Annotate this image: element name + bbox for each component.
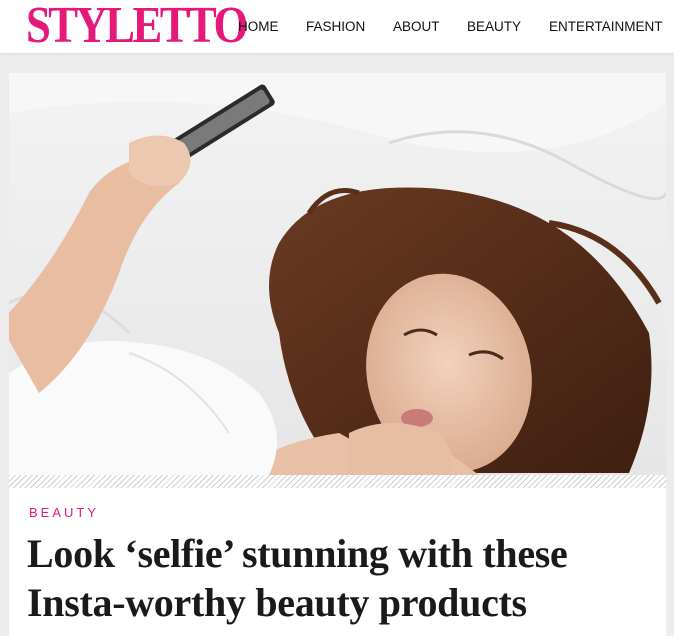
article-headline[interactable]: Look ‘selfie’ stunning with these Insta-… — [27, 529, 657, 627]
hatch-divider — [9, 475, 666, 488]
nav-item-entertainment[interactable]: ENTERTAINMENT — [549, 18, 663, 36]
site-header: STYLETTO HOME FASHION ABOUT BEAUTY ENTER… — [0, 0, 674, 54]
nav-item-home[interactable]: HOME — [238, 18, 279, 36]
article-category[interactable]: BEAUTY — [29, 505, 99, 521]
hero-illustration — [9, 73, 666, 475]
nav-item-fashion[interactable]: FASHION — [306, 18, 365, 36]
nav-item-about[interactable]: ABOUT — [393, 18, 440, 36]
article-card: BEAUTY Look ‘selfie’ stunning with these… — [9, 73, 666, 636]
nav-item-beauty[interactable]: BEAUTY — [467, 18, 521, 36]
main-nav: HOME FASHION ABOUT BEAUTY ENTERTAINMENT — [0, 18, 674, 38]
hero-image[interactable] — [9, 73, 666, 475]
